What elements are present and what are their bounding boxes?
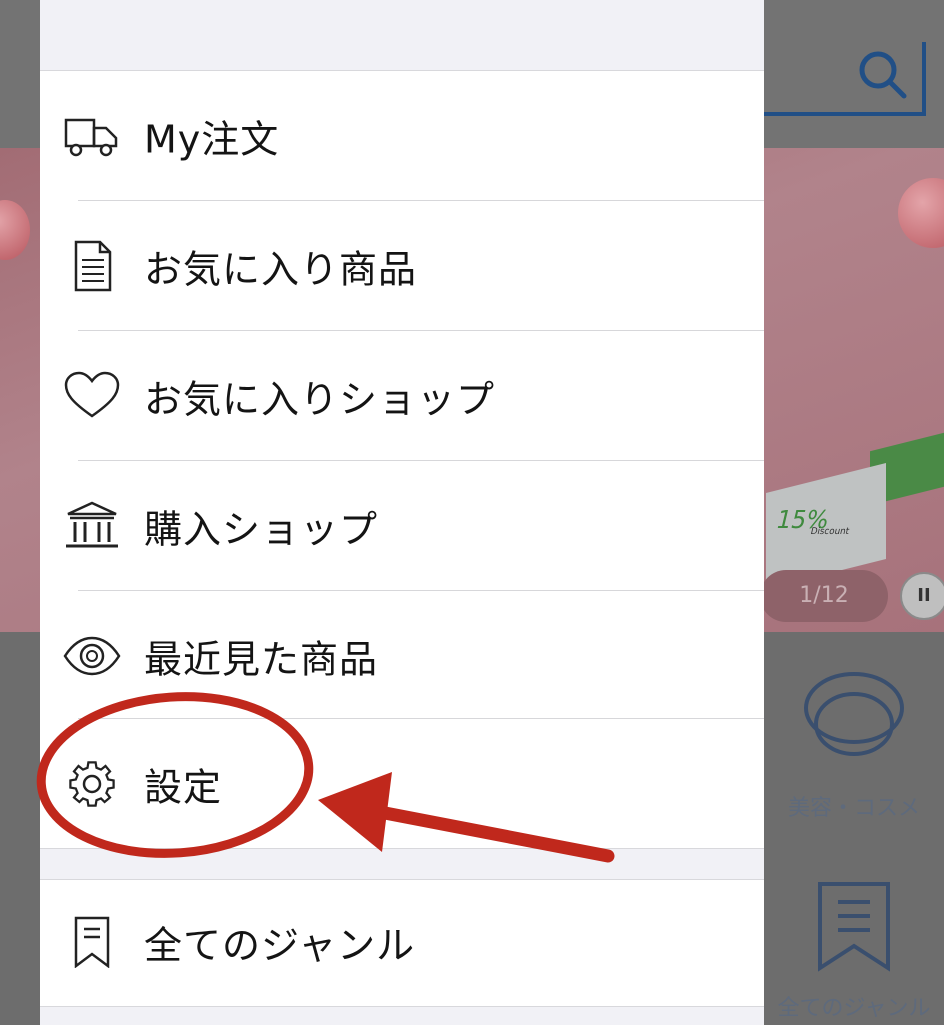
bank-icon [66,501,118,548]
bookmark-icon [818,882,890,972]
menu-item-label: 最近見た商品 [144,637,379,682]
heart-icon [64,371,120,418]
genre-label: 美容・コスメ [787,796,920,821]
banner-pager: 1/12 [760,570,888,622]
menu-item-settings[interactable]: 設定 [40,719,764,849]
menu-item-label: お気に入りショップ [144,377,496,422]
menu-item-favorite-shops[interactable]: お気に入りショップ [40,331,764,461]
menu-item-purchased-shops[interactable]: 購入ショップ [40,461,764,591]
menu-item-my-orders[interactable]: My注文 [40,71,764,201]
genre-all[interactable]: 全てのジャンル [764,880,944,1022]
menu-item-recently-viewed[interactable]: 最近見た商品 [40,591,764,721]
drawer-header [40,0,764,71]
menu-item-label: 購入ショップ [144,507,379,552]
menu-item-label: 全てのジャンル [144,923,416,968]
compact-icon [804,672,904,756]
section-divider [40,848,764,880]
side-drawer: My注文 お気に入り商品 お気に入りショップ 購入ショップ 最近見た商品 設定 … [40,0,764,1025]
menu-item-all-genres[interactable]: 全てのジャンル [40,879,764,1005]
menu-item-favorite-products[interactable]: お気に入り商品 [40,201,764,331]
search-icon [859,51,907,99]
genre-beauty[interactable]: 美容・コスメ [764,668,944,822]
gear-icon [69,761,115,807]
menu-item-label: 設定 [144,765,223,810]
pause-button[interactable]: II [900,572,944,620]
document-icon [74,240,112,292]
menu-item-label: My注文 [144,117,280,162]
menu-item-label: お気に入り商品 [144,247,418,292]
truck-icon [64,118,118,157]
genre-label: 全てのジャンル [777,996,931,1021]
drawer-footer [40,1006,764,1025]
eye-icon [63,636,121,676]
bookmark-icon [74,916,110,968]
